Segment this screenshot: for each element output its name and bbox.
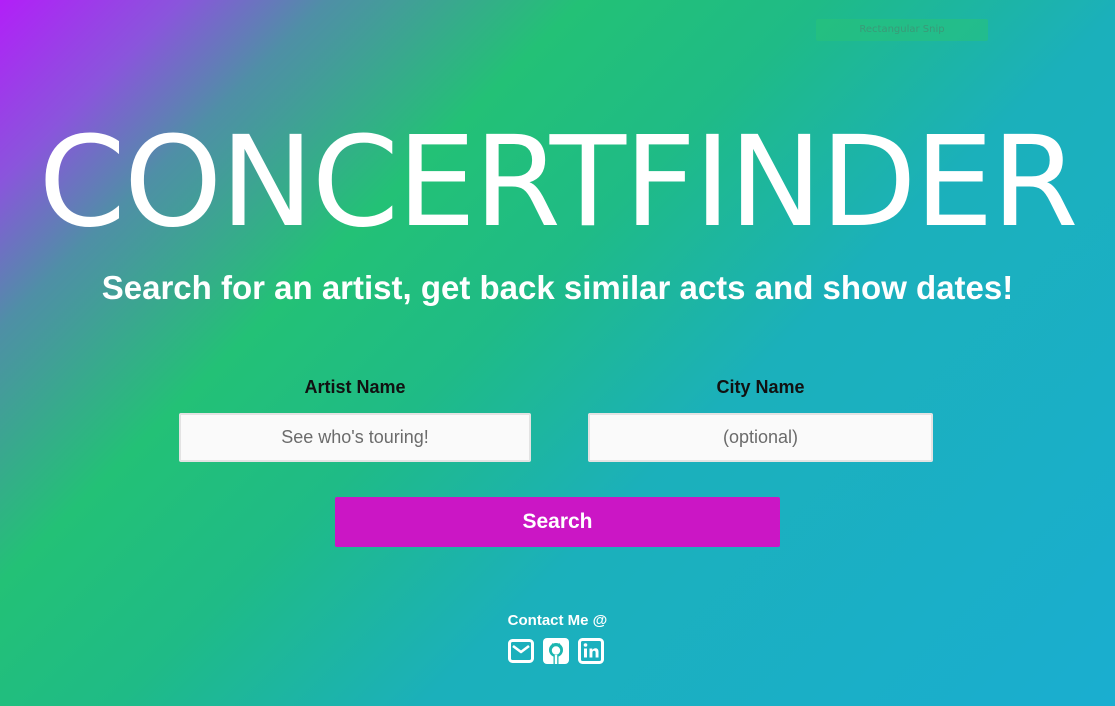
social-icons bbox=[508, 638, 608, 666]
page-title: CONCERTFINDER bbox=[38, 110, 1079, 255]
city-name-input[interactable] bbox=[588, 413, 933, 462]
linkedin-icon[interactable] bbox=[578, 638, 604, 664]
page-subtitle: Search for an artist, get back similar a… bbox=[101, 269, 1014, 306]
snip-badge: Rectangular Snip bbox=[816, 19, 988, 41]
github-icon[interactable] bbox=[543, 638, 569, 664]
contact-label: Contact Me @ bbox=[507, 612, 608, 629]
artist-name-input[interactable] bbox=[179, 413, 531, 462]
artist-name-label: Artist Name bbox=[304, 377, 406, 397]
envelope-icon[interactable] bbox=[508, 638, 534, 664]
city-name-label: City Name bbox=[716, 377, 805, 397]
search-button[interactable]: Search bbox=[335, 497, 780, 547]
